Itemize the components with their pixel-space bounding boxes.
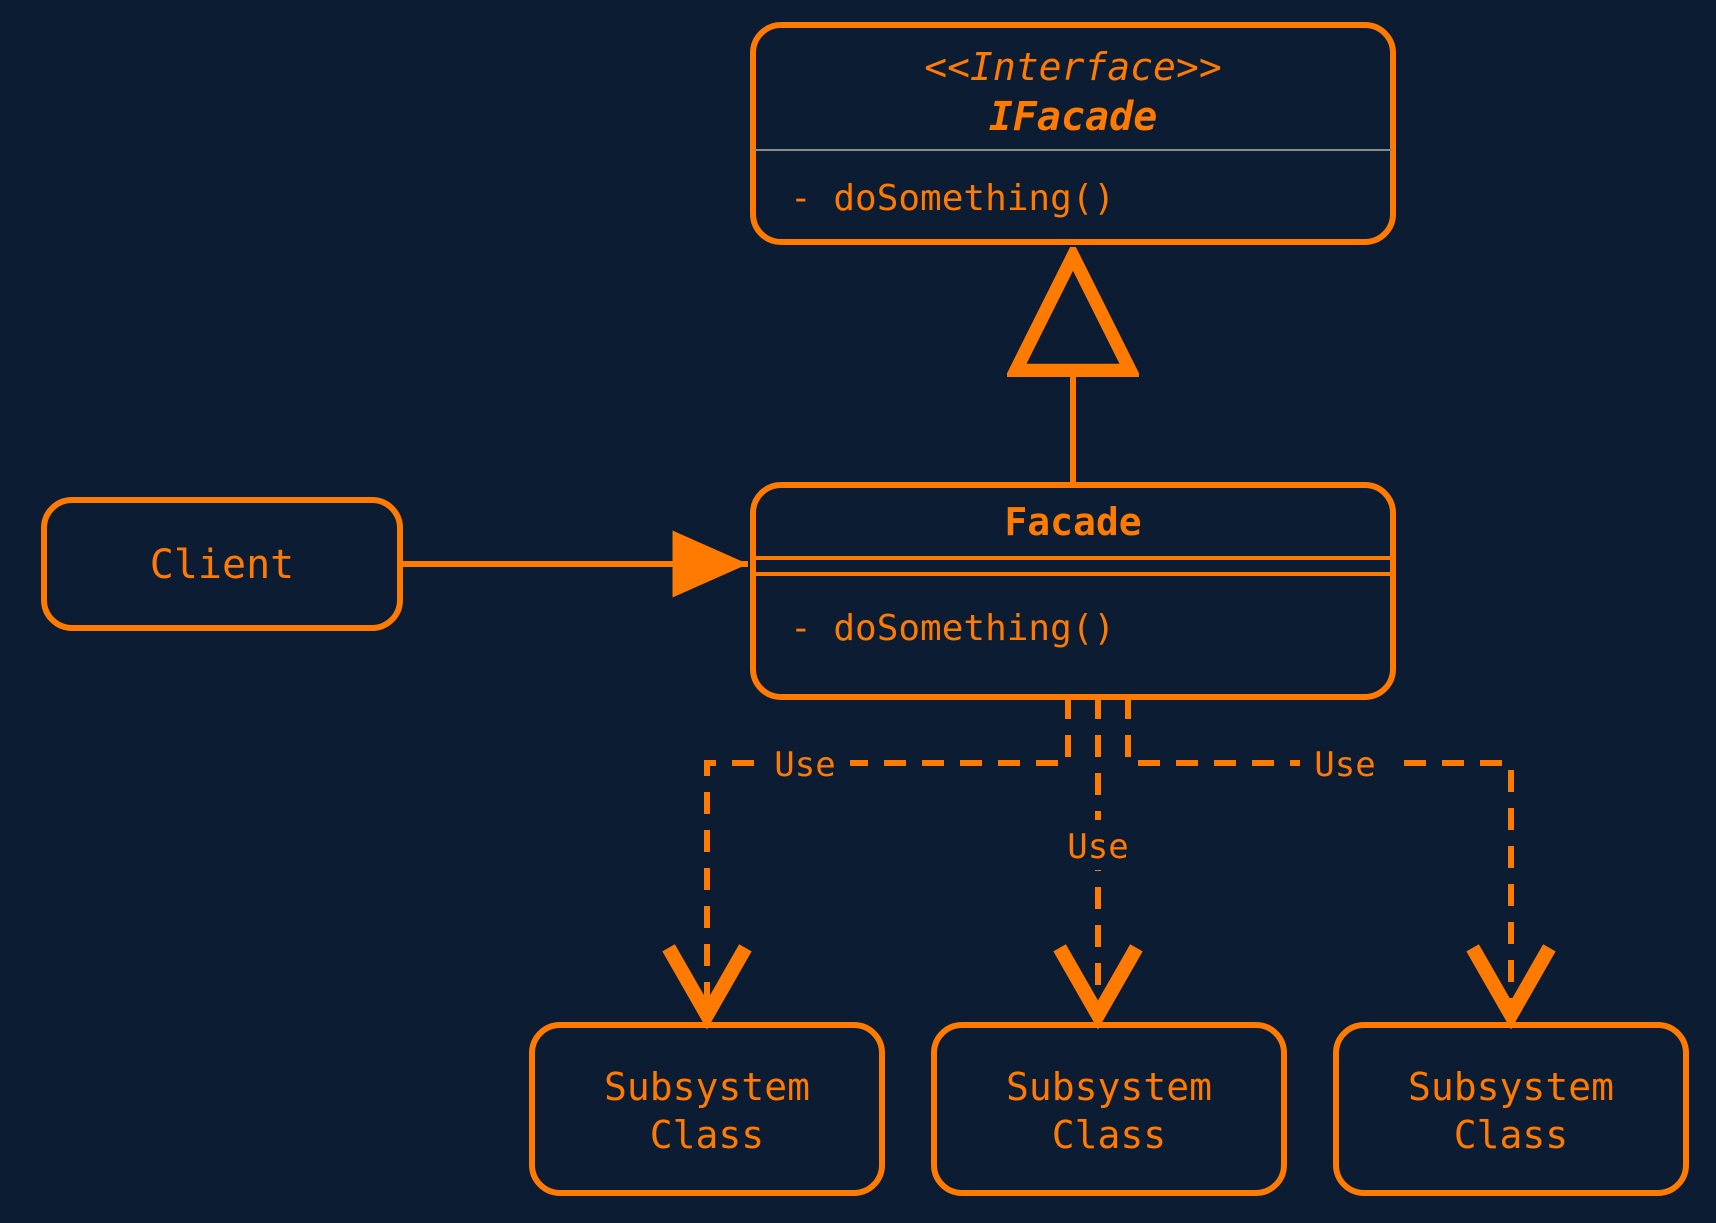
interface-box: <<Interface>> IFacade - doSomething() [753,25,1393,242]
subsystem-3-line1: Subsystem [1408,1065,1614,1109]
client-box: Client [44,500,400,628]
svg-text:Use: Use [1314,745,1375,785]
edge-label-use-middle: Use [1053,820,1143,870]
subsystem-2-line2: Class [1052,1113,1166,1157]
edge-label-use-right: Use [1300,738,1390,788]
interface-method: - doSomething() [790,178,1115,219]
interface-name: IFacade [989,94,1158,140]
client-label: Client [150,542,295,588]
svg-text:Use: Use [1067,827,1128,867]
subsystem-2-line1: Subsystem [1006,1065,1212,1109]
subsystem-box-2: Subsystem Class [934,1025,1284,1193]
facade-method: - doSomething() [790,608,1115,649]
edge-label-use-left: Use [760,738,850,788]
facade-uml-diagram: <<Interface>> IFacade - doSomething() Cl… [0,0,1716,1223]
subsystem-3-line2: Class [1454,1113,1568,1157]
interface-stereotype: <<Interface>> [924,45,1221,89]
facade-name: Facade [1004,500,1141,544]
subsystem-box-3: Subsystem Class [1336,1025,1686,1193]
facade-box: Facade - doSomething() [753,485,1393,697]
subsystem-1-line2: Class [650,1113,764,1157]
svg-text:Use: Use [774,745,835,785]
subsystem-box-1: Subsystem Class [532,1025,882,1193]
subsystem-1-line1: Subsystem [604,1065,810,1109]
